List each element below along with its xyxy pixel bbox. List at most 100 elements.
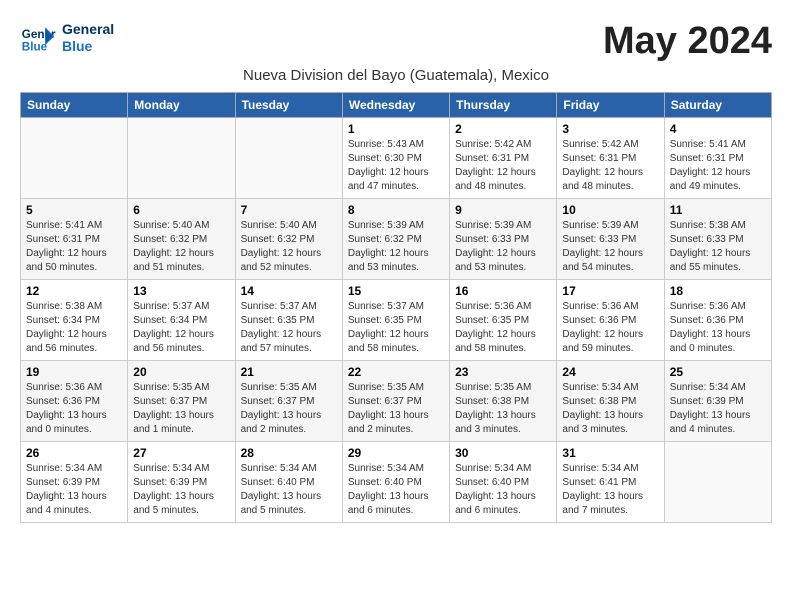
- day-info: Sunrise: 5:42 AM Sunset: 6:31 PM Dayligh…: [455, 138, 551, 194]
- calendar-cell: 27Sunrise: 5:34 AM Sunset: 6:39 PM Dayli…: [128, 442, 235, 523]
- calendar-cell: 9Sunrise: 5:39 AM Sunset: 6:33 PM Daylig…: [450, 199, 557, 280]
- calendar-cell: 28Sunrise: 5:34 AM Sunset: 6:40 PM Dayli…: [235, 442, 342, 523]
- day-info: Sunrise: 5:34 AM Sunset: 6:40 PM Dayligh…: [455, 462, 551, 518]
- day-info: Sunrise: 5:36 AM Sunset: 6:36 PM Dayligh…: [562, 300, 658, 356]
- calendar-week-5: 26 Sunrise: 5:34 AM Sunset: 6:39 PM Dayli…: [21, 442, 772, 523]
- day-info: Sunrise: 5:37 AM Sunset: 6:35 PM Dayligh…: [241, 300, 337, 356]
- calendar-cell: [128, 118, 235, 199]
- day-info: Sunrise: 5:37 AM Sunset: 6:35 PM Dayligh…: [348, 300, 444, 356]
- calendar-cell: 13Sunrise: 5:37 AM Sunset: 6:34 PM Dayli…: [128, 280, 235, 361]
- day-info: Sunrise: 5:41 AM Sunset: 6:31 PM Dayligh…: [26, 219, 122, 275]
- day-number: 11: [670, 203, 766, 217]
- day-info: Sunrise: 5:40 AM Sunset: 6:32 PM Dayligh…: [241, 219, 337, 275]
- calendar-cell: 5 Sunrise: 5:41 AM Sunset: 6:31 PM Daylig…: [21, 199, 128, 280]
- day-info: Sunrise: 5:34 AM Sunset: 6:39 PM Dayligh…: [670, 381, 766, 437]
- day-info: Sunrise: 5:35 AM Sunset: 6:37 PM Dayligh…: [348, 381, 444, 437]
- calendar-cell: 4Sunrise: 5:41 AM Sunset: 6:31 PM Daylig…: [664, 118, 771, 199]
- day-number: 19: [26, 365, 122, 379]
- day-info: Sunrise: 5:34 AM Sunset: 6:38 PM Dayligh…: [562, 381, 658, 437]
- weekday-header-sunday: Sunday: [21, 93, 128, 118]
- calendar-cell: 20Sunrise: 5:35 AM Sunset: 6:37 PM Dayli…: [128, 361, 235, 442]
- day-number: 30: [455, 446, 551, 460]
- day-info: Sunrise: 5:34 AM Sunset: 6:39 PM Dayligh…: [26, 462, 122, 518]
- day-number: 9: [455, 203, 551, 217]
- calendar-week-2: 5 Sunrise: 5:41 AM Sunset: 6:31 PM Daylig…: [21, 199, 772, 280]
- calendar-week-3: 12 Sunrise: 5:38 AM Sunset: 6:34 PM Dayli…: [21, 280, 772, 361]
- day-number: 16: [455, 284, 551, 298]
- day-info: Sunrise: 5:34 AM Sunset: 6:41 PM Dayligh…: [562, 462, 658, 518]
- day-info: Sunrise: 5:34 AM Sunset: 6:40 PM Dayligh…: [241, 462, 337, 518]
- day-number: 21: [241, 365, 337, 379]
- weekday-header-thursday: Thursday: [450, 93, 557, 118]
- day-number: 26: [26, 446, 122, 460]
- day-number: 24: [562, 365, 658, 379]
- calendar-cell: 18 Sunrise: 5:36 AM Sunset: 6:36 PM Dayli…: [664, 280, 771, 361]
- calendar-cell: 31 Sunrise: 5:34 AM Sunset: 6:41 PM Dayli…: [557, 442, 664, 523]
- day-number: 14: [241, 284, 337, 298]
- calendar-cell: 1 Sunrise: 5:43 AM Sunset: 6:30 PM Daylig…: [342, 118, 449, 199]
- day-number: 25: [670, 365, 766, 379]
- calendar-cell: 25 Sunrise: 5:34 AM Sunset: 6:39 PM Dayli…: [664, 361, 771, 442]
- calendar-cell: 11 Sunrise: 5:38 AM Sunset: 6:33 PM Dayli…: [664, 199, 771, 280]
- month-title: May 2024: [603, 20, 772, 63]
- calendar-cell: 2 Sunrise: 5:42 AM Sunset: 6:31 PM Daylig…: [450, 118, 557, 199]
- svg-text:Blue: Blue: [22, 41, 48, 54]
- day-info: Sunrise: 5:38 AM Sunset: 6:33 PM Dayligh…: [670, 219, 766, 275]
- calendar-cell: [664, 442, 771, 523]
- logo-blue: Blue: [62, 38, 114, 55]
- day-number: 8: [348, 203, 444, 217]
- day-number: 10: [562, 203, 658, 217]
- day-number: 5: [26, 203, 122, 217]
- day-info: Sunrise: 5:40 AM Sunset: 6:32 PM Dayligh…: [133, 219, 229, 275]
- calendar-cell: 19 Sunrise: 5:36 AM Sunset: 6:36 PM Dayli…: [21, 361, 128, 442]
- page-subtitle: Nueva Division del Bayo (Guatemala), Mex…: [20, 67, 772, 84]
- day-number: 17: [562, 284, 658, 298]
- day-number: 4: [670, 122, 766, 136]
- calendar-cell: [235, 118, 342, 199]
- day-info: Sunrise: 5:43 AM Sunset: 6:30 PM Dayligh…: [348, 138, 444, 194]
- day-number: 31: [562, 446, 658, 460]
- calendar-cell: 30 Sunrise: 5:34 AM Sunset: 6:40 PM Dayli…: [450, 442, 557, 523]
- day-number: 13: [133, 284, 229, 298]
- logo-icon: General Blue: [20, 20, 56, 56]
- day-number: 29: [348, 446, 444, 460]
- calendar-cell: 15 Sunrise: 5:37 AM Sunset: 6:35 PM Dayli…: [342, 280, 449, 361]
- day-number: 1: [348, 122, 444, 136]
- page-header: General Blue General Blue May 2024: [20, 20, 772, 63]
- calendar-header-row: SundayMondayTuesdayWednesdayThursdayFrid…: [21, 93, 772, 118]
- calendar-cell: 23 Sunrise: 5:35 AM Sunset: 6:38 PM Dayli…: [450, 361, 557, 442]
- weekday-header-saturday: Saturday: [664, 93, 771, 118]
- day-info: Sunrise: 5:36 AM Sunset: 6:35 PM Dayligh…: [455, 300, 551, 356]
- day-info: Sunrise: 5:38 AM Sunset: 6:34 PM Dayligh…: [26, 300, 122, 356]
- day-number: 2: [455, 122, 551, 136]
- day-number: 20: [133, 365, 229, 379]
- calendar-cell: 6 Sunrise: 5:40 AM Sunset: 6:32 PM Daylig…: [128, 199, 235, 280]
- calendar-cell: 10 Sunrise: 5:39 AM Sunset: 6:33 PM Dayli…: [557, 199, 664, 280]
- day-info: Sunrise: 5:39 AM Sunset: 6:33 PM Dayligh…: [562, 219, 658, 275]
- day-number: 6: [133, 203, 229, 217]
- day-info: Sunrise: 5:34 AM Sunset: 6:40 PM Dayligh…: [348, 462, 444, 518]
- day-number: 15: [348, 284, 444, 298]
- weekday-header-tuesday: Tuesday: [235, 93, 342, 118]
- calendar-cell: 8Sunrise: 5:39 AM Sunset: 6:32 PM Daylig…: [342, 199, 449, 280]
- calendar-cell: 29 Sunrise: 5:34 AM Sunset: 6:40 PM Dayli…: [342, 442, 449, 523]
- day-info: Sunrise: 5:42 AM Sunset: 6:31 PM Dayligh…: [562, 138, 658, 194]
- logo-general: General: [62, 21, 114, 38]
- calendar-cell: 3Sunrise: 5:42 AM Sunset: 6:31 PM Daylig…: [557, 118, 664, 199]
- calendar-cell: 7Sunrise: 5:40 AM Sunset: 6:32 PM Daylig…: [235, 199, 342, 280]
- day-info: Sunrise: 5:36 AM Sunset: 6:36 PM Dayligh…: [670, 300, 766, 356]
- day-number: 12: [26, 284, 122, 298]
- day-info: Sunrise: 5:36 AM Sunset: 6:36 PM Dayligh…: [26, 381, 122, 437]
- calendar-cell: 14 Sunrise: 5:37 AM Sunset: 6:35 PM Dayli…: [235, 280, 342, 361]
- day-number: 23: [455, 365, 551, 379]
- day-number: 18: [670, 284, 766, 298]
- calendar-table: SundayMondayTuesdayWednesdayThursdayFrid…: [20, 92, 772, 523]
- logo: General Blue General Blue: [20, 20, 114, 56]
- calendar-week-4: 19 Sunrise: 5:36 AM Sunset: 6:36 PM Dayli…: [21, 361, 772, 442]
- calendar-cell: 17 Sunrise: 5:36 AM Sunset: 6:36 PM Dayli…: [557, 280, 664, 361]
- calendar-week-1: 1 Sunrise: 5:43 AM Sunset: 6:30 PM Daylig…: [21, 118, 772, 199]
- day-number: 22: [348, 365, 444, 379]
- weekday-header-friday: Friday: [557, 93, 664, 118]
- calendar-cell: [21, 118, 128, 199]
- day-info: Sunrise: 5:35 AM Sunset: 6:38 PM Dayligh…: [455, 381, 551, 437]
